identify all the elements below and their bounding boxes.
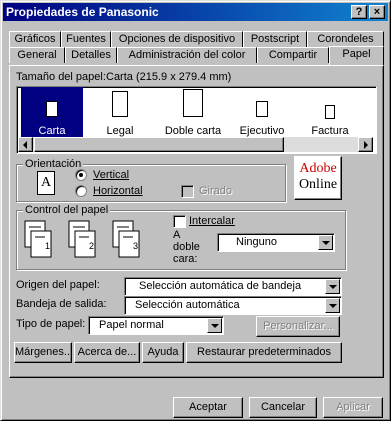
- scroll-thumb[interactable]: [34, 137, 284, 152]
- tab-opciones-dispositivo[interactable]: Opciones de dispositivo: [111, 31, 243, 47]
- scroll-right-button[interactable]: [358, 137, 373, 152]
- chevron-left-icon: [23, 141, 27, 149]
- adobe-online-button[interactable]: Adobe Online: [294, 156, 342, 200]
- page-icon: [46, 101, 58, 117]
- orientation-group: Orientación A Vertical Horizontal Girado: [16, 158, 286, 202]
- about-button[interactable]: Acerca de...: [74, 342, 140, 363]
- cancel-button[interactable]: Cancelar: [249, 397, 317, 418]
- chevron-down-icon[interactable]: [207, 318, 222, 333]
- horizontal-radio[interactable]: [75, 185, 87, 197]
- paper-size-scrollbar[interactable]: [18, 137, 373, 152]
- page-number-2: 2: [89, 241, 95, 251]
- page-icon: [183, 89, 203, 117]
- tab-corondeles[interactable]: Corondeles: [307, 31, 384, 47]
- collate-label[interactable]: Intercalar: [189, 215, 235, 227]
- scroll-left-button[interactable]: [18, 137, 33, 152]
- paper-item-carta[interactable]: Carta: [21, 87, 83, 141]
- paper-type-select[interactable]: Papel normal: [88, 316, 224, 335]
- horizontal-label[interactable]: Horizontal: [93, 185, 143, 197]
- output-tray-label: Bandeja de salida:: [16, 298, 107, 310]
- paper-size-list[interactable]: Carta Legal Doble carta Ejecutivo Factur…: [16, 86, 377, 154]
- collate-preview-icon: 1 2 3: [21, 217, 151, 267]
- page-number-1: 1: [45, 241, 51, 251]
- tab-fuentes[interactable]: Fuentes: [61, 31, 111, 47]
- tab-compartir[interactable]: Compartir: [257, 47, 329, 63]
- paper-control-group: Control del papel 1 2 3 Intercalar A dob…: [16, 204, 346, 270]
- chevron-down-icon[interactable]: [325, 298, 340, 313]
- paper-size-label: Tamaño del papel:: [16, 71, 106, 83]
- restore-defaults-button[interactable]: Restaurar predeterminados: [186, 342, 342, 363]
- tab-graficos[interactable]: Gráficos: [9, 31, 61, 47]
- duplex-label: A doble cara:: [173, 229, 200, 265]
- title-bar[interactable]: Propiedades de Panasonic ? ×: [3, 3, 388, 21]
- page-icon: [256, 101, 268, 117]
- collate-pages-icon: [24, 220, 140, 258]
- ok-button[interactable]: Aceptar: [173, 397, 243, 418]
- tab-detalles[interactable]: Detalles: [65, 47, 117, 63]
- paper-item-legal[interactable]: Legal: [89, 87, 151, 141]
- help-panel-button[interactable]: Ayuda: [142, 342, 184, 363]
- output-tray-select[interactable]: Selección automática: [124, 296, 342, 315]
- rotated-label: Girado: [199, 185, 233, 197]
- window-title: Propiedades de Panasonic: [6, 5, 159, 19]
- properties-window: Propiedades de Panasonic ? × Gráficos Fu…: [0, 0, 391, 421]
- paper-source-label: Origen del papel:: [16, 279, 100, 291]
- paper-item-ejecutivo[interactable]: Ejecutivo: [231, 87, 293, 141]
- vertical-radio[interactable]: [75, 169, 87, 181]
- paper-item-doble-carta[interactable]: Doble carta: [157, 87, 229, 141]
- online-text: Online: [298, 177, 338, 192]
- adobe-logo-text: Adobe: [299, 161, 337, 176]
- apply-button[interactable]: Aplicar: [323, 397, 383, 418]
- orientation-preview-icon: A: [37, 171, 55, 195]
- collate-checkbox[interactable]: [173, 215, 186, 228]
- help-button[interactable]: ?: [351, 5, 367, 19]
- chevron-down-icon[interactable]: [318, 235, 333, 250]
- close-button[interactable]: ×: [369, 5, 385, 19]
- tab-administracion-color[interactable]: Administración del color: [117, 47, 257, 63]
- margins-button[interactable]: Márgenes...: [14, 342, 73, 363]
- tab-postscript[interactable]: Postscript: [243, 31, 307, 47]
- paper-size-value: Carta (215.9 x 279.4 mm): [106, 71, 232, 83]
- page-icon: [325, 105, 335, 119]
- page-number-3: 3: [133, 241, 139, 251]
- paper-type-label: Tipo de papel:: [16, 318, 86, 330]
- paper-item-factura[interactable]: Factura: [299, 87, 361, 141]
- duplex-select[interactable]: Ninguno: [217, 233, 335, 252]
- rotated-checkbox[interactable]: [181, 185, 194, 198]
- tab-papel[interactable]: Papel: [329, 46, 384, 65]
- vertical-label[interactable]: Vertical: [93, 169, 129, 181]
- paper-source-select[interactable]: Selección automática de bandeja: [124, 277, 342, 296]
- chevron-right-icon: [364, 141, 368, 149]
- papel-panel: Tamaño del papel: Carta (215.9 x 279.4 m…: [9, 65, 384, 378]
- chevron-down-icon[interactable]: [325, 279, 340, 294]
- customize-button[interactable]: Personalizar...: [256, 316, 340, 337]
- tab-general[interactable]: General: [9, 47, 65, 63]
- page-icon: [112, 91, 128, 117]
